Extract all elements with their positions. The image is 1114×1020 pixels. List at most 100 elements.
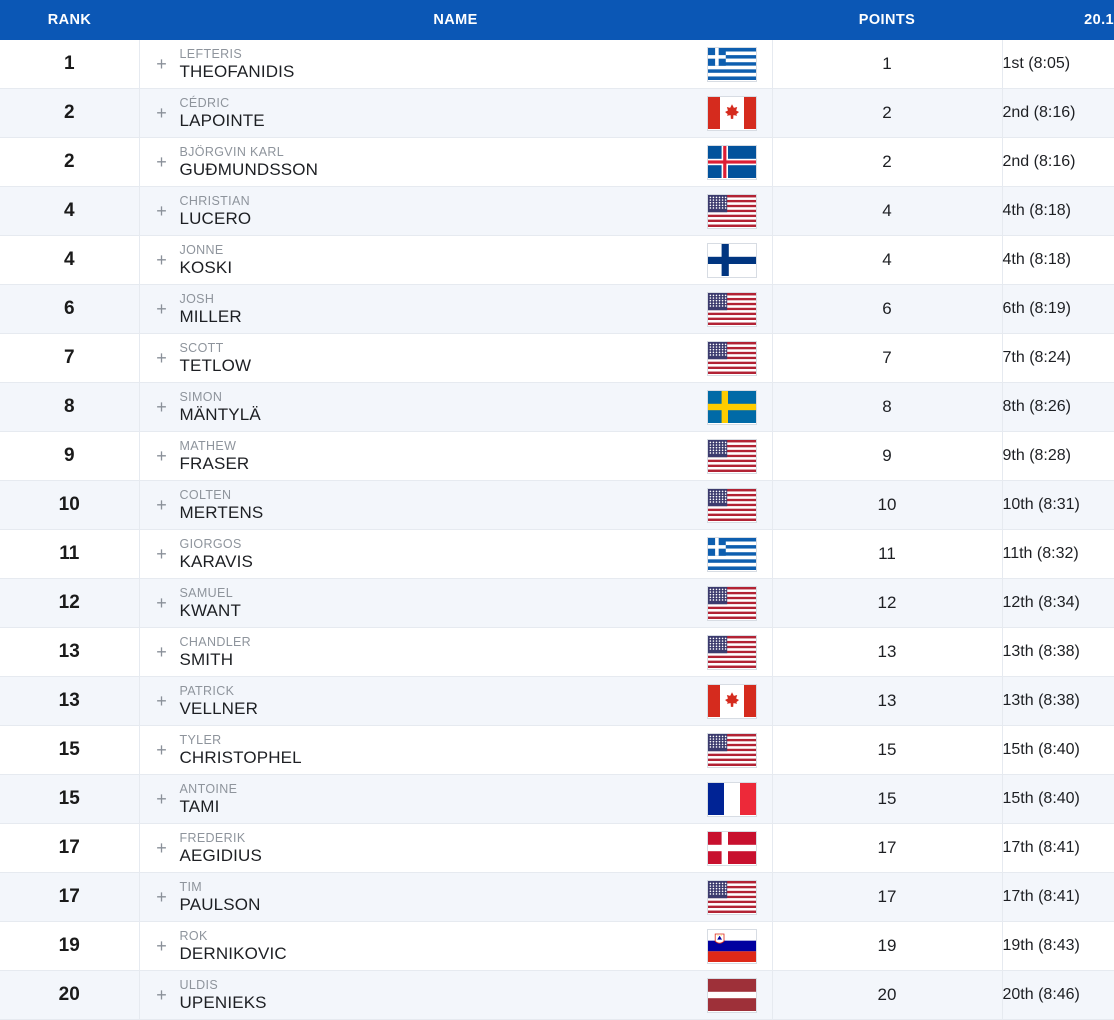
athlete-name-wrap: + FREDERIK AEGIDIUS: [140, 824, 772, 872]
country-flag-holder: [702, 683, 762, 719]
table-row[interactable]: 8 + SIMON MÄNTYLÄ 8 8th (8:26): [0, 382, 1114, 432]
table-row[interactable]: 7 + SCOTT TETLOW 7 7th (8:24): [0, 333, 1114, 383]
athlete-last-name: CHRISTOPHEL: [179, 747, 302, 767]
athlete-last-name: LAPOINTE: [179, 110, 265, 130]
athlete-last-name: THEOFANIDIS: [179, 61, 295, 81]
cell-name: + TYLER CHRISTOPHEL: [139, 725, 773, 775]
table-row[interactable]: 2 + BJÖRGVIN KARL GUÐMUNDSSON 2 2nd (8:1…: [0, 137, 1114, 187]
expand-plus-icon[interactable]: +: [154, 937, 170, 955]
cell-points: 4: [772, 235, 1003, 285]
athlete-name-wrap: + BJÖRGVIN KARL GUÐMUNDSSON: [140, 138, 772, 186]
athlete-name: CHANDLER SMITH: [180, 635, 702, 669]
table-row[interactable]: 17 + FREDERIK AEGIDIUS 17 17th (8:41): [0, 823, 1114, 873]
cell-points: 19: [772, 921, 1003, 971]
table-row[interactable]: 12 + SAMUEL KWANT 12 12th (8:34): [0, 578, 1114, 628]
expand-plus-icon[interactable]: +: [154, 643, 170, 661]
cell-rank: 13: [0, 627, 140, 677]
athlete-name-wrap: + CHANDLER SMITH: [140, 628, 772, 676]
cell-event-score: 7th (8:24): [1002, 333, 1114, 383]
expand-plus-icon[interactable]: +: [154, 692, 170, 710]
cell-rank: 15: [0, 725, 140, 775]
athlete-name: ANTOINE TAMI: [180, 782, 702, 816]
cell-name: + SAMUEL KWANT: [139, 578, 773, 628]
cell-event-score: 15th (8:40): [1002, 774, 1114, 824]
column-header-name[interactable]: NAME: [139, 0, 772, 40]
cell-points: 13: [772, 627, 1003, 677]
flag-icon-us: [706, 487, 757, 523]
country-flag-holder: [702, 193, 762, 229]
expand-plus-icon[interactable]: +: [154, 986, 170, 1004]
flag-icon-us: [706, 732, 757, 768]
cell-name: + JONNE KOSKI: [139, 235, 773, 285]
flag-icon-is: [706, 144, 757, 180]
athlete-name-wrap: + JOSH MILLER: [140, 285, 772, 333]
athlete-name: SAMUEL KWANT: [180, 586, 702, 620]
cell-rank: 17: [0, 823, 140, 873]
athlete-last-name: FRASER: [179, 453, 250, 473]
athlete-name: GIORGOS KARAVIS: [180, 537, 702, 571]
athlete-first-name: CÉDRIC: [179, 95, 230, 110]
cell-points: 6: [772, 284, 1003, 334]
athlete-last-name: PAULSON: [179, 894, 261, 914]
expand-plus-icon[interactable]: +: [154, 153, 170, 171]
flag-icon-us: [706, 291, 757, 327]
table-row[interactable]: 11 + GIORGOS KARAVIS 11 11th (8:32): [0, 529, 1114, 579]
cell-rank: 20: [0, 970, 140, 1020]
table-row[interactable]: 1 + LEFTERIS THEOFANIDIS 1 1st (8:05): [0, 40, 1114, 89]
expand-plus-icon[interactable]: +: [154, 349, 170, 367]
expand-plus-icon[interactable]: +: [154, 888, 170, 906]
table-row[interactable]: 19 + ROK DERNIKOVIC 19 19th (8:43): [0, 921, 1114, 971]
athlete-name: COLTEN MERTENS: [180, 488, 702, 522]
column-header-rank[interactable]: RANK: [0, 0, 139, 40]
cell-event-score: 1st (8:05): [1002, 40, 1114, 89]
table-row[interactable]: 2 + CÉDRIC LAPOINTE 2 2nd (8:16): [0, 88, 1114, 138]
expand-plus-icon[interactable]: +: [154, 839, 170, 857]
cell-name: + CÉDRIC LAPOINTE: [139, 88, 773, 138]
table-row[interactable]: 10 + COLTEN MERTENS 10 10th (8:31): [0, 480, 1114, 530]
cell-name: + TIM PAULSON: [139, 872, 773, 922]
athlete-last-name: UPENIEKS: [179, 992, 267, 1012]
athlete-first-name: JOSH: [179, 291, 215, 306]
athlete-name: BJÖRGVIN KARL GUÐMUNDSSON: [179, 145, 702, 179]
country-flag-holder: [702, 977, 762, 1013]
expand-plus-icon[interactable]: +: [154, 447, 170, 465]
cell-points: 2: [772, 88, 1003, 138]
column-header-points[interactable]: POINTS: [772, 0, 1002, 40]
expand-plus-icon[interactable]: +: [154, 202, 170, 220]
table-row[interactable]: 9 + MATHEW FRASER 9 9th (8:28): [0, 431, 1114, 481]
expand-plus-icon[interactable]: +: [154, 545, 170, 563]
athlete-first-name: FREDERIK: [179, 830, 246, 845]
cell-event-score: 17th (8:41): [1002, 823, 1114, 873]
expand-plus-icon[interactable]: +: [154, 790, 170, 808]
table-row[interactable]: 6 + JOSH MILLER 6 6th (8:19): [0, 284, 1114, 334]
flag-icon-fi: [706, 242, 757, 278]
expand-plus-icon[interactable]: +: [154, 398, 170, 416]
athlete-first-name: JONNE: [179, 242, 224, 257]
expand-plus-icon[interactable]: +: [154, 741, 170, 759]
flag-icon-si: [706, 928, 757, 964]
table-row[interactable]: 4 + JONNE KOSKI 4 4th (8:18): [0, 235, 1114, 285]
cell-event-score: 4th (8:18): [1002, 186, 1114, 236]
expand-plus-icon[interactable]: +: [154, 594, 170, 612]
table-row[interactable]: 13 + PATRICK VELLNER 13 13th (8:38): [0, 676, 1114, 726]
table-row[interactable]: 20 + ULDIS UPENIEKS 20 20th (8:46): [0, 970, 1114, 1020]
expand-plus-icon[interactable]: +: [154, 496, 170, 514]
athlete-name-wrap: + CHRISTIAN LUCERO: [140, 187, 772, 235]
expand-plus-icon[interactable]: +: [154, 251, 170, 269]
expand-plus-icon[interactable]: +: [154, 55, 170, 73]
athlete-name: ROK DERNIKOVIC: [180, 929, 702, 963]
expand-plus-icon[interactable]: +: [154, 104, 170, 122]
cell-event-score: 15th (8:40): [1002, 725, 1114, 775]
column-header-event[interactable]: 20.1: [1002, 0, 1114, 40]
cell-name: + CHRISTIAN LUCERO: [139, 186, 773, 236]
table-row[interactable]: 17 + TIM PAULSON 17 17th (8:41): [0, 872, 1114, 922]
table-row[interactable]: 15 + TYLER CHRISTOPHEL 15 15th (8:40): [0, 725, 1114, 775]
athlete-last-name: GUÐMUNDSSON: [179, 159, 319, 179]
table-row[interactable]: 4 + CHRISTIAN LUCERO 4 4th (8:18): [0, 186, 1114, 236]
table-row[interactable]: 15 + ANTOINE TAMI 15 15th (8:40): [0, 774, 1114, 824]
expand-plus-icon[interactable]: +: [154, 300, 170, 318]
table-row[interactable]: 13 + CHANDLER SMITH 13 13th (8:38): [0, 627, 1114, 677]
athlete-first-name: SIMON: [179, 389, 223, 404]
athlete-last-name: MÄNTYLÄ: [179, 404, 261, 424]
athlete-first-name: TIM: [179, 879, 203, 894]
